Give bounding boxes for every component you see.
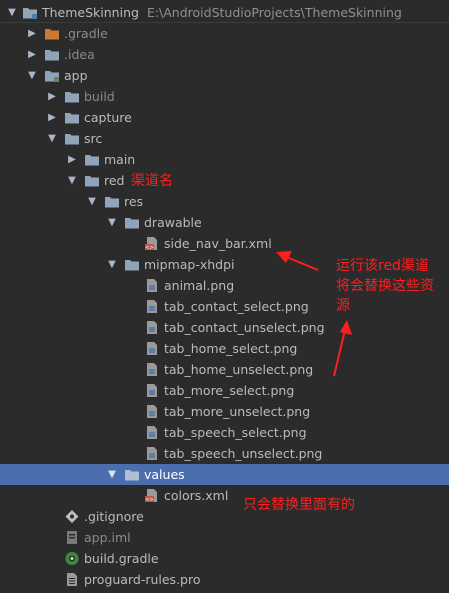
annotation-channel-name: 渠道名 xyxy=(131,173,173,189)
arrow-head-icon xyxy=(276,251,292,263)
annotation-replace-line3: 源 xyxy=(336,298,350,314)
arrow-head-icon xyxy=(340,320,352,335)
annotation-only-replace: 只会替换里面有的 xyxy=(243,497,355,513)
annotation-replace-line1: 运行该red渠道 xyxy=(336,258,429,274)
annotation-replace-line2: 将会替换这些资 xyxy=(336,278,434,294)
arrow-to-drawable xyxy=(283,255,319,271)
arrow-to-mipmap xyxy=(333,329,346,377)
